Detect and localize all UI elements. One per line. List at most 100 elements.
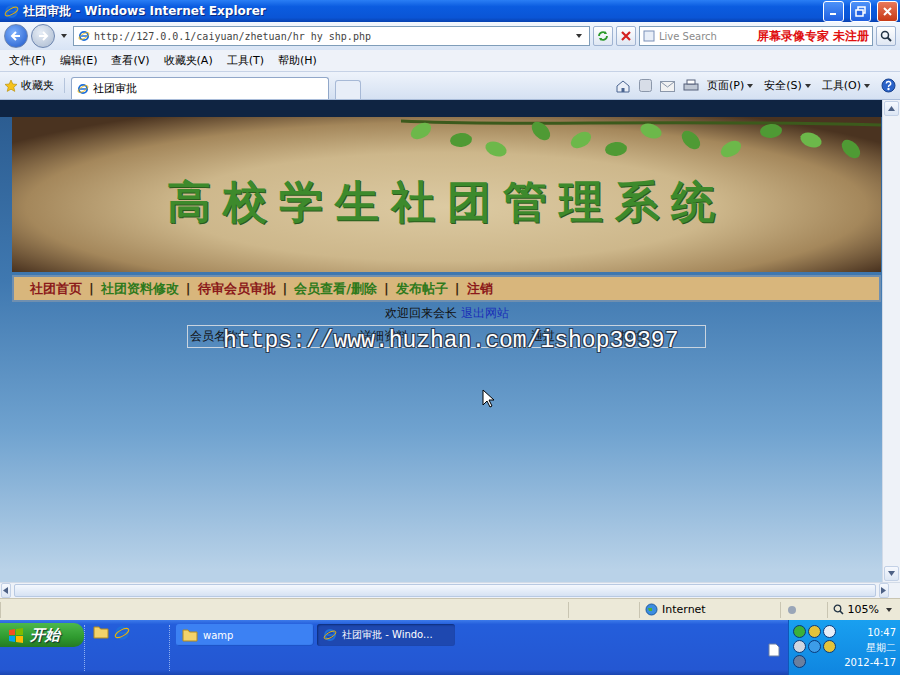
vertical-scrollbar[interactable] [882, 100, 900, 582]
nav-link[interactable]: 会员查看/删除 [294, 280, 377, 298]
command-menu[interactable]: 页面(P) [707, 78, 756, 93]
menu-item[interactable]: 文件(F) [2, 51, 53, 70]
welcome-line: 欢迎回来会长退出网站 [12, 305, 881, 322]
table-header-cell: 会员名称 [188, 326, 358, 347]
command-menu[interactable]: 安全(S) [764, 78, 814, 93]
tray-icon[interactable] [808, 625, 821, 638]
menu-item[interactable]: 查看(V) [104, 51, 156, 70]
search-field[interactable]: Live Search屏幕录像专家 未注册 [639, 26, 873, 46]
menu-item[interactable]: 帮助(H) [271, 51, 324, 70]
scroll-corner [890, 583, 900, 598]
content-area: 高校学生社团管理系统社团首页 | 社团资料修改 | 待审会员审批 | 会员查看/删除 | 发布帖… [0, 100, 900, 582]
tray-icon[interactable] [808, 640, 821, 653]
nav-link[interactable]: 注销 [467, 280, 493, 298]
site-banner: 高校学生社团管理系统 [12, 117, 881, 272]
nav-link[interactable]: 社团首页 [30, 280, 82, 298]
desktop-screen: 社团审批 - Windows Internet Explorer http://1… [0, 0, 900, 675]
ie-logo-icon [323, 628, 337, 642]
print-icon[interactable] [683, 79, 699, 93]
horizontal-scrollbar[interactable] [0, 582, 900, 598]
stop-icon [620, 30, 632, 42]
task-button[interactable]: 社团审批 - Windo... [317, 624, 455, 646]
tray-icon[interactable] [793, 625, 806, 638]
scroll-left-button[interactable] [1, 583, 11, 598]
taskbar: 开始 wamp社团审批 - Windo... 10:47星期二2012-4-17 [0, 620, 900, 675]
windows-flag-icon [8, 628, 24, 643]
back-button[interactable] [4, 24, 28, 48]
security-zone: Internet [639, 602, 780, 618]
nav-bar: 社团首页|社团资料修改|待审会员审批|会员查看/删除|发布帖子|注销 [12, 275, 881, 302]
tray-icon[interactable] [793, 640, 806, 653]
table-header-cell: 详细资料 [358, 326, 529, 347]
tray-icon[interactable] [823, 640, 836, 653]
refresh-button[interactable] [593, 26, 613, 46]
table-header-cell: 通过 [529, 326, 618, 347]
forward-button[interactable] [31, 24, 55, 48]
member-table-wrap: 会员名称详细资料通过拒绝https://www.huzhan.com/ishop… [187, 325, 706, 348]
zoom-control[interactable]: 105% [827, 602, 900, 618]
status-message [0, 602, 568, 618]
favorites-button[interactable]: 收藏夹 [4, 78, 65, 93]
nav-separator: | [384, 281, 389, 296]
history-dropdown-icon[interactable] [61, 34, 67, 38]
page-body: 高校学生社团管理系统社团首页 | 社团资料修改 | 待审会员审批 | 会员查看/删除 | 发布帖… [0, 117, 882, 348]
feeds-icon[interactable] [639, 79, 652, 92]
mail-icon[interactable] [660, 80, 675, 92]
title-bar[interactable]: 社团审批 - Windows Internet Explorer [0, 0, 900, 22]
stop-button[interactable] [616, 26, 636, 46]
nav-separator: | [186, 281, 191, 296]
magnifier-icon [880, 30, 892, 42]
search-button[interactable] [876, 26, 896, 46]
browser-tab[interactable]: 社团审批 [71, 77, 329, 99]
nav-separator: | [89, 281, 94, 296]
scroll-thumb[interactable] [14, 584, 876, 597]
help-icon[interactable] [881, 78, 896, 93]
scroll-down-button[interactable] [884, 566, 899, 581]
menu-item[interactable]: 收藏夹(A) [157, 51, 220, 70]
back-arrow-icon [10, 30, 22, 42]
table-header-cell: 拒绝 [618, 326, 705, 347]
logout-link[interactable]: 退出网站 [461, 306, 509, 320]
settings-icon [786, 604, 800, 616]
start-button[interactable]: 开始 [0, 623, 84, 647]
scroll-up-button[interactable] [884, 101, 899, 116]
page-top-strip [0, 100, 882, 117]
command-menu[interactable]: 工具(O) [822, 78, 873, 93]
nav-link[interactable]: 发布帖子 [396, 280, 448, 298]
folder-icon [182, 628, 198, 642]
nav-link[interactable]: 社团资料修改 [101, 280, 179, 298]
menu-item[interactable]: 工具(T) [220, 51, 271, 70]
up-arrow-icon [888, 106, 895, 111]
clock[interactable]: 10:47星期二2012-4-17 [841, 625, 896, 670]
close-button[interactable] [877, 1, 898, 22]
down-arrow-icon [888, 571, 895, 576]
nav-link[interactable]: 待审会员审批 [198, 280, 276, 298]
protected-mode[interactable] [780, 602, 827, 618]
scroll-right-button[interactable] [879, 583, 889, 598]
zoom-dropdown-icon [886, 608, 892, 612]
nav-separator: | [283, 281, 288, 296]
restore-icon [855, 6, 866, 17]
address-dropdown-icon[interactable] [576, 34, 582, 38]
vine-leaves-icon [401, 117, 881, 177]
star-icon [4, 79, 18, 93]
maximize-button[interactable] [850, 1, 871, 22]
task-list: wamp社团审批 - Windo... [170, 624, 455, 646]
home-icon[interactable] [615, 79, 631, 93]
menu-item[interactable]: 编辑(E) [53, 51, 105, 70]
minimize-button[interactable] [823, 1, 844, 22]
quick-launch [84, 625, 170, 671]
dropdown-icon [805, 84, 811, 88]
tray-icon[interactable] [793, 655, 806, 668]
ie-logo-icon [77, 83, 89, 95]
tray-icon[interactable] [823, 625, 836, 638]
show-desktop-button[interactable] [768, 642, 780, 661]
left-arrow-icon [3, 587, 8, 594]
window-title: 社团审批 - Windows Internet Explorer [23, 3, 817, 20]
dropdown-icon [864, 84, 870, 88]
task-button[interactable]: wamp [176, 624, 314, 646]
right-arrow-icon [881, 587, 886, 594]
new-tab-button[interactable] [335, 80, 361, 99]
address-field[interactable]: http://127.0.0.1/caiyuan/zhetuan/hr_hy_s… [73, 26, 590, 46]
member-table: 会员名称详细资料通过拒绝 [187, 325, 706, 348]
